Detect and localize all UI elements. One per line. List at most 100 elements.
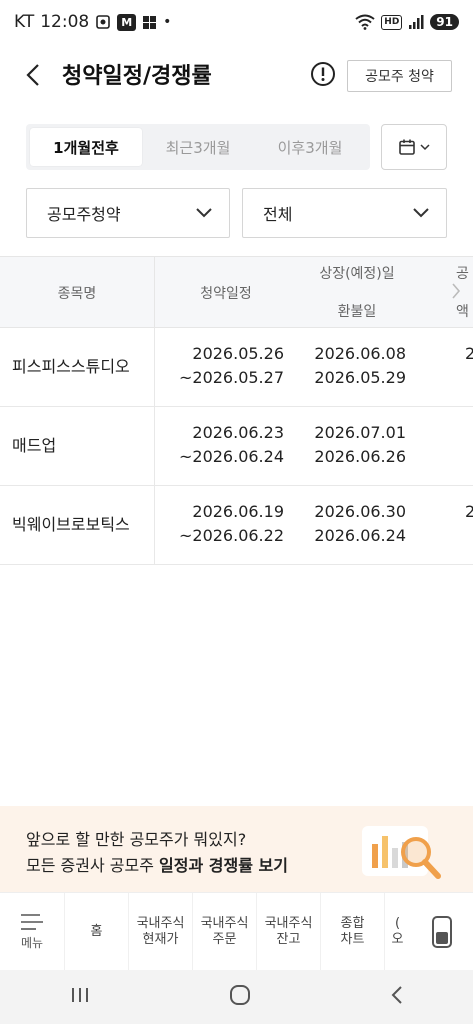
status-bar: KT 12:08 M • HD 91: [0, 0, 473, 44]
banner-line2-bold: 일정과 경쟁률 보기: [159, 856, 288, 875]
system-back-button[interactable]: [390, 985, 404, 1009]
nav-label-line1: 국내주식: [200, 916, 249, 931]
info-icon: [311, 62, 335, 86]
nav-label-line2: 현재가: [142, 932, 179, 947]
status-left: KT 12:08 M •: [14, 12, 171, 32]
tab-1month[interactable]: 1개월전후: [30, 128, 142, 166]
nav-menu-button[interactable]: 메뉴: [0, 893, 64, 971]
row-listing: 2026.07.01 2026.06.26: [296, 421, 406, 469]
table-header: 종목명 청약일정 상장(예정)일 환불일 공 액: [0, 256, 473, 328]
row-extra: 2: [465, 502, 473, 521]
wifi-icon: [355, 14, 375, 30]
banner-line1: 앞으로 할 만한 공모주가 뭐있지?: [26, 830, 247, 849]
period-tabs: 1개월전후 최근3개월 이후3개월: [26, 124, 370, 170]
ipo-subscription-button[interactable]: 공모주 청약: [347, 60, 452, 92]
row-sub-start: 2026.06.23: [192, 423, 284, 442]
row-sub-start: 2026.05.26: [192, 344, 284, 363]
nav-label-line2: 주문: [212, 932, 237, 947]
row-listing-date: 2026.06.30: [314, 502, 406, 521]
back-button[interactable]: [20, 60, 46, 90]
nav-home-label: 홈: [90, 924, 103, 939]
home-button[interactable]: [229, 984, 251, 1010]
chevron-left-icon: [26, 64, 39, 86]
nav-label-line1: 국내주식: [264, 916, 313, 931]
row-sub-end: ~2026.06.22: [178, 526, 284, 545]
system-nav-bar: [0, 970, 473, 1024]
chevron-right-icon: [452, 283, 461, 299]
row-sub-end: ~2026.06.24: [178, 447, 284, 466]
row-schedule: 2026.06.19 ~2026.06.22: [156, 500, 284, 548]
nav-domestic-balance[interactable]: 국내주식 잔고: [256, 893, 320, 971]
chevron-down-icon: [196, 208, 212, 218]
page-header: 청약일정/경쟁률 공모주 청약: [0, 48, 473, 102]
header-schedule: 청약일정: [200, 285, 252, 302]
chevron-down-icon: [413, 208, 429, 218]
nav-partial-item[interactable]: (오: [384, 893, 410, 971]
screenshot-icon: [95, 14, 111, 30]
header-extra-bottom: 액: [456, 304, 469, 320]
header-listing: 상장(예정)일: [319, 266, 395, 282]
clock: 12:08: [40, 12, 90, 32]
signal-icon: [408, 14, 424, 30]
header-name: 종목명: [0, 257, 155, 328]
promo-banner[interactable]: 앞으로 할 만한 공모주가 뭐있지? 모든 증권사 공모주 일정과 경쟁률 보기: [0, 806, 473, 892]
nav-home[interactable]: 홈: [64, 893, 128, 971]
info-button[interactable]: [310, 61, 336, 87]
header-refund: 환불일: [337, 304, 377, 320]
scope-select[interactable]: 전체: [242, 188, 447, 238]
row-sub-end: ~2026.05.27: [178, 368, 284, 387]
tab-recent-3months[interactable]: 최근3개월: [142, 128, 254, 166]
nav-label-line1: 국내주식: [136, 916, 185, 931]
row-name: 피스피스스튜디오: [0, 328, 155, 406]
row-schedule: 2026.05.26 ~2026.05.27: [156, 342, 284, 390]
carrier-label: KT: [14, 12, 35, 32]
type-select[interactable]: 공모주청약: [26, 188, 230, 238]
chart-magnifier-icon: [360, 822, 444, 882]
phone-toggle-icon: [431, 916, 452, 948]
banner-line2-prefix: 모든 증권사 공모주: [26, 856, 160, 875]
row-listing: 2026.06.30 2026.06.24: [296, 500, 406, 548]
chevron-left-icon: [391, 986, 402, 1004]
tab-next-3months[interactable]: 이후3개월: [254, 128, 366, 166]
row-name: 매드업: [0, 407, 155, 485]
nav-label-line1: (: [394, 916, 401, 931]
table-row[interactable]: 매드업 2026.06.23 ~2026.06.24 2026.07.01 20…: [0, 407, 473, 486]
hd-icon: HD: [381, 14, 403, 30]
row-refund-date: 2026.06.26: [314, 447, 406, 466]
row-listing-date: 2026.07.01: [314, 423, 406, 442]
page-title: 청약일정/경쟁률: [62, 64, 212, 89]
bottom-nav: 메뉴 홈 국내주식 현재가 국내주식 주문 국내주식 잔고 종합 차트 (오: [0, 892, 473, 971]
grid-app-icon: [142, 15, 157, 30]
recent-apps-button[interactable]: [70, 986, 90, 1008]
app-badge-text: M: [121, 15, 133, 29]
nav-label-line2: 잔고: [276, 932, 301, 947]
nav-domestic-price[interactable]: 국내주식 현재가: [128, 893, 192, 971]
table-row[interactable]: 빅웨이브로보틱스 2026.06.19 ~2026.06.22 2026.06.…: [0, 486, 473, 565]
app-m-icon: M: [117, 13, 137, 31]
notification-dot: •: [163, 14, 172, 30]
home-circle-icon: [229, 985, 250, 1005]
chevron-down-icon: [420, 144, 430, 151]
row-listing: 2026.06.08 2026.05.29: [296, 342, 406, 390]
ipo-table: 종목명 청약일정 상장(예정)일 환불일 공 액 피스피스스튜디오 2026.0…: [0, 256, 473, 565]
scope-select-value: 전체: [263, 205, 293, 224]
nav-label-line2: 오: [391, 932, 404, 947]
row-refund-date: 2026.06.24: [314, 526, 406, 545]
status-right: HD 91: [355, 14, 459, 30]
row-listing-date: 2026.06.08: [314, 344, 406, 363]
type-select-value: 공모주청약: [47, 205, 121, 224]
nav-domestic-order[interactable]: 국내주식 주문: [192, 893, 256, 971]
calendar-icon: [399, 139, 415, 155]
nav-menu-label: 메뉴: [20, 936, 44, 950]
network-badge-text: HD: [384, 17, 400, 27]
nav-label-line1: 종합: [340, 916, 365, 931]
row-extra: 2: [465, 344, 473, 363]
nav-toggle-button[interactable]: [410, 901, 473, 963]
calendar-button[interactable]: [381, 124, 447, 170]
banner-line2: 모든 증권사 공모주 일정과 경쟁률 보기: [26, 852, 288, 876]
recent-apps-icon: [71, 988, 88, 1002]
nav-chart[interactable]: 종합 차트: [320, 893, 384, 971]
scroll-right-button[interactable]: [451, 282, 461, 304]
table-row[interactable]: 피스피스스튜디오 2026.05.26 ~2026.05.27 2026.06.…: [0, 328, 473, 407]
hamburger-icon: [21, 914, 43, 930]
